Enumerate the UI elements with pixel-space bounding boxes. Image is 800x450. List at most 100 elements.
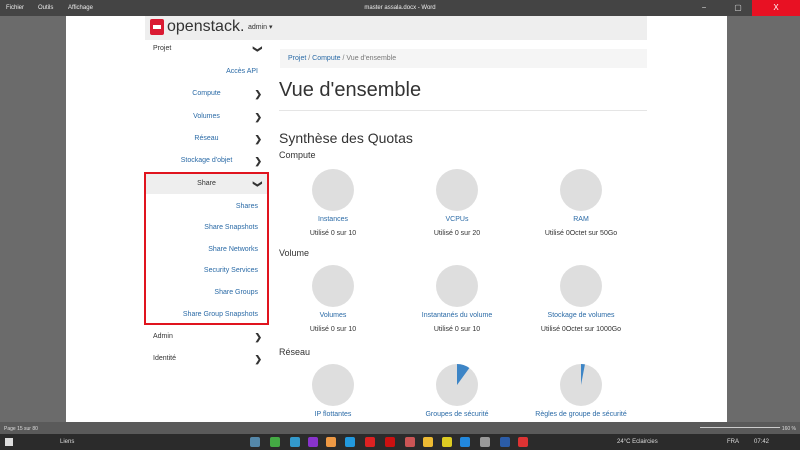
chevron-right-icon[interactable]: ❯ [254,107,262,127]
taskbar: Liens 24°C Eclaircies FRA 07:42 [0,434,800,450]
sidebar-item-label: Projet [153,45,172,52]
app-icon[interactable] [308,437,318,447]
chrome-icon[interactable] [326,437,336,447]
clock[interactable]: 07:42 [754,439,769,445]
quota-pie [436,169,478,211]
sidebar-item-label: Accès API [226,68,258,75]
quota-label: Règles de groupe de sécurité [535,411,627,418]
sidebar-item[interactable]: Admin ❯ [145,327,268,347]
pie-free [436,169,478,211]
file-explorer-icon[interactable] [423,437,433,447]
app-icon[interactable] [442,437,452,447]
document-page: openstack. admin ▾ Projet ❯ Accès API Compu… [66,16,727,422]
page-count: Page 15 sur 80 [4,426,38,432]
quota-pie [436,364,478,406]
opera-icon[interactable] [365,437,375,447]
sidebar-item-label: Volumes [193,113,220,120]
chevron-right-icon[interactable]: ❯ [254,349,262,369]
quota-label: Instances [318,216,348,223]
project-dropdown[interactable]: admin ▾ [248,23,273,31]
page-title: Vue d'ensemble [279,79,422,101]
quota-pie [560,169,602,211]
quota-section-title: Réseau [279,347,311,357]
sidebar-item[interactable]: Compute ❯ [145,84,268,104]
pie-free [560,265,602,307]
app-icon[interactable] [385,437,395,447]
quota-usage: Utilisé 0Octet sur 1000Go [540,326,622,333]
sidebar-item-label: Admin [153,333,173,340]
zoom-level: 160 % [781,426,796,432]
openstack-header: openstack. admin ▾ [145,16,647,40]
mail-icon[interactable] [345,437,355,447]
breadcrumb: Projet / Compute / Vue d'ensemble [280,49,647,68]
sidebar-item[interactable]: Identité ❯ [145,349,268,369]
quota-pie [312,265,354,307]
quota-section-title: Compute [279,150,316,160]
app-icon[interactable] [518,437,528,447]
quota-pie [560,364,602,406]
close-button[interactable]: X [752,0,800,16]
sidebar-item-label: Compute [192,90,221,97]
quota-pie [312,364,354,406]
app-icon[interactable] [480,437,490,447]
taskbar-search[interactable]: Liens [60,439,74,445]
quota-pie [560,265,602,307]
quota-label: Stockage de volumes [547,312,615,319]
minimize-button[interactable]: − [692,0,716,16]
chevron-right-icon[interactable]: ❯ [254,327,262,347]
quota-usage: Utilisé 0Octet sur 50Go [544,230,618,237]
brand[interactable]: openstack. [167,18,244,36]
chevron-right-icon[interactable]: ❯ [254,84,262,104]
chevron-right-icon[interactable]: ❯ [254,151,262,171]
word-icon[interactable] [500,437,510,447]
quota-usage: Utilisé 0 sur 10 [309,230,357,237]
divider [279,110,647,111]
sidebar-item[interactable]: Stockage d'objet ❯ [145,151,268,171]
quota-label: Volumes [319,312,347,319]
window-title: master assala.docx - Word [364,5,436,11]
weather[interactable]: 24°C Eclaircies [617,439,658,445]
windows-start-icon[interactable] [5,438,13,446]
quota-label: RAM [573,216,589,223]
restore-button[interactable]: ▢ [726,0,750,16]
quota-label: Groupes de sécurité [425,411,489,418]
pie-free [312,169,354,211]
sidebar-item-label: Réseau [194,135,219,142]
highlight-box [144,172,269,325]
title-bar: Fichier Outils Affichage master assala.d… [0,0,800,16]
quota-label: IP flottantes [314,411,352,418]
breadcrumb-compute[interactable]: Compute [312,55,340,62]
breadcrumb-current: Vue d'ensemble [346,55,397,62]
language[interactable]: FRA [727,439,739,445]
sidebar-item[interactable]: Volumes ❯ [145,107,268,127]
app-icon[interactable] [250,437,260,447]
pie-free [436,265,478,307]
sidebar-item-label: Identité [153,355,176,362]
app-icon[interactable] [290,437,300,447]
app-icon[interactable] [270,437,280,447]
vscode-icon[interactable] [460,437,470,447]
app-icon[interactable] [405,437,415,447]
quota-label: Instantanés du volume [421,312,493,319]
quota-label: VCPUs [445,216,469,223]
zoom-slider[interactable] [700,427,780,428]
section-title: Synthèse des Quotas [279,130,413,146]
sidebar-item[interactable]: Réseau ❯ [145,129,268,149]
quota-section-title: Volume [279,248,310,258]
quota-pie [312,169,354,211]
status-bar: Page 15 sur 80 160 % [0,422,800,434]
quota-usage: Utilisé 0 sur 20 [433,230,481,237]
breadcrumb-projet[interactable]: Projet [288,55,306,62]
quota-pie [436,265,478,307]
quota-usage: Utilisé 0 sur 10 [433,326,481,333]
openstack-logo-icon [150,19,164,35]
sidebar-item[interactable]: Projet ❯ [145,39,268,59]
quota-usage: Utilisé 0 sur 10 [309,326,357,333]
pie-free [312,265,354,307]
chevron-down-icon[interactable]: ❯ [248,45,268,53]
sidebar-item[interactable]: Accès API [145,62,268,82]
pie-free [560,169,602,211]
pie-free [312,364,354,406]
chevron-right-icon[interactable]: ❯ [254,129,262,149]
sidebar-item-label: Stockage d'objet [180,157,233,164]
